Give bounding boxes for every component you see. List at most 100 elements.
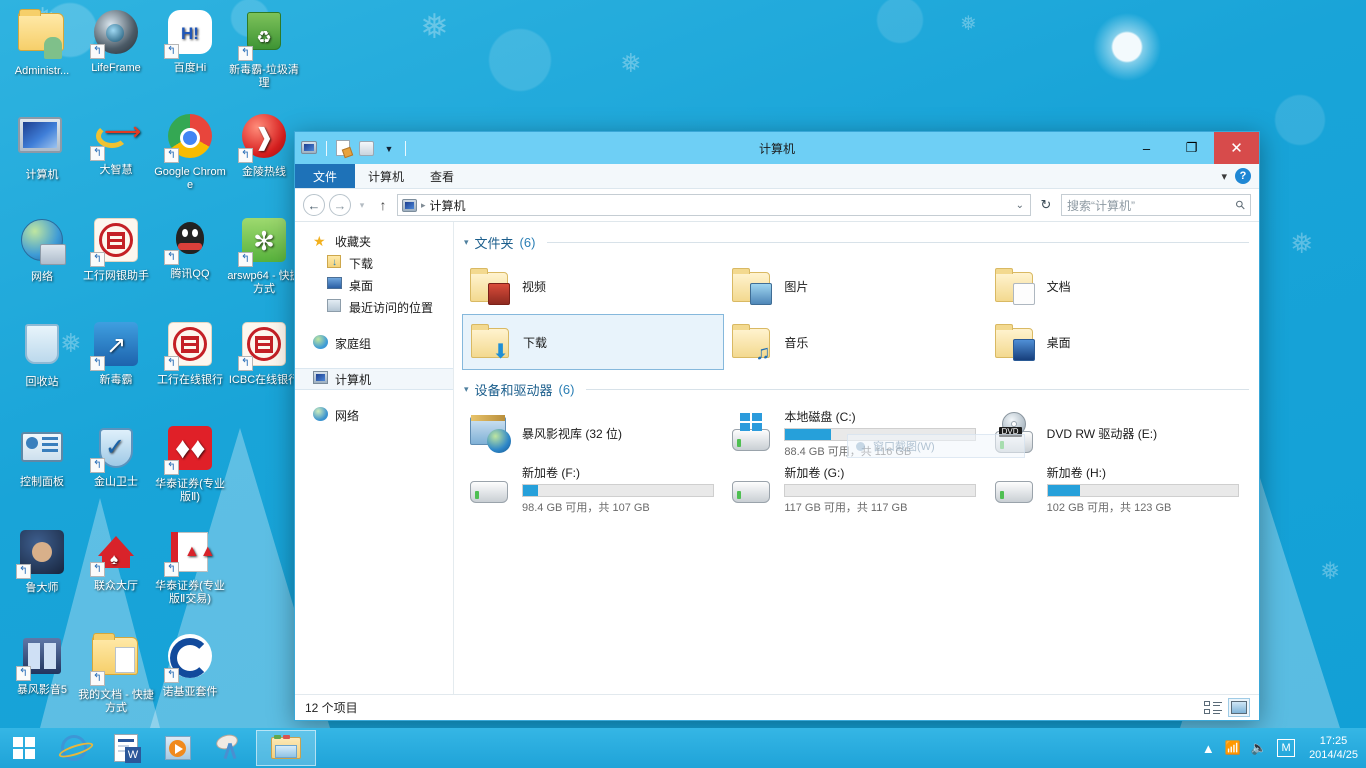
navigation-pane[interactable]: ★ 收藏夹 ↓ 下载 桌面 最近访问的位置 家庭组计算机网络 xyxy=(295,222,453,694)
taskbar[interactable]: W ▲ 📶 🔈 M 17:25 2014/4/25 xyxy=(0,728,1366,768)
drive-tile[interactable]: 新加卷 (G:) 117 GB 可用，共 117 GB xyxy=(724,461,986,517)
input-method-indicator[interactable]: M xyxy=(1277,739,1296,757)
taskbar-item-file-explorer[interactable] xyxy=(256,730,316,766)
sidebar-item-计算机[interactable]: 计算机 xyxy=(295,368,453,390)
breadcrumb[interactable]: ▸ 计算机 ⌄ xyxy=(397,194,1031,216)
sidebar-item-家庭组[interactable]: 家庭组 xyxy=(295,332,453,354)
taskbar-item-snipping-tool[interactable] xyxy=(204,728,256,768)
desktop-icon-1[interactable]: Administr... xyxy=(4,8,80,78)
clock[interactable]: 17:25 2014/4/25 xyxy=(1305,734,1358,762)
desktop-icon-11[interactable]: 腾讯QQ xyxy=(152,216,228,281)
taskbar-item-media-player[interactable] xyxy=(152,728,204,768)
desktop-icon-6[interactable]: ⟶ 大智慧 xyxy=(78,112,154,177)
view-switch-buttons[interactable] xyxy=(1203,698,1250,717)
jinling-icon: ❱ xyxy=(238,114,288,163)
folder-tile[interactable]: 图片 xyxy=(724,258,986,314)
group-header-folders[interactable]: ▾ 文件夹 (6) xyxy=(464,233,1249,252)
desktop-icon-15[interactable]: 工行在线银行 xyxy=(152,320,228,387)
folder-tile[interactable]: 桌面 xyxy=(987,314,1249,370)
customize-dropdown-icon[interactable]: ▼ xyxy=(380,139,398,157)
large-icons-view-icon[interactable] xyxy=(1228,698,1250,717)
folder-tile-grid[interactable]: 视频 图片 文档 ⬇ 下载 ♫ 音乐 桌面 xyxy=(462,258,1249,370)
explorer-window[interactable]: ▼ 计算机 – ❐ ✕ 文件 计算机 查看 ▾ ? ← → ▾ ↑ ▸ 计算机 … xyxy=(294,131,1260,721)
chevron-down-icon[interactable]: ⌄ xyxy=(1016,200,1026,211)
desktop-icon-9[interactable]: 网络 xyxy=(4,216,80,284)
desktop-icon-14[interactable]: ↗ 新毒霸 xyxy=(78,320,154,387)
tab-computer[interactable]: 计算机 xyxy=(355,164,417,188)
help-button[interactable]: ? xyxy=(1235,168,1251,184)
computer-icon[interactable] xyxy=(301,139,319,157)
desktop-icon-10[interactable]: 工行网银助手 xyxy=(78,216,154,283)
desktop-icon-5[interactable]: 计算机 xyxy=(4,112,80,182)
desktop-icon-24[interactable]: 我的文档 - 快捷方式 xyxy=(78,632,154,715)
window-controls[interactable]: – ❐ ✕ xyxy=(1124,132,1259,164)
search-box[interactable]: 搜索“计算机” ⚲ xyxy=(1061,194,1251,216)
recent-locations-icon[interactable]: ▾ xyxy=(355,200,369,211)
content-pane[interactable]: ▾ 文件夹 (6) 视频 图片 文档 ⬇ 下载 ♫ 音乐 桌面 ▾ 设备和驱动器 (6) 暴风… xyxy=(453,222,1259,694)
forward-button[interactable]: → xyxy=(329,194,351,216)
up-button[interactable]: ↑ xyxy=(373,197,393,213)
ribbon-tab-bar[interactable]: 文件 计算机 查看 ▾ ? xyxy=(295,164,1259,189)
drive-tile-grid[interactable]: 暴风影视库 (32 位)本地磁盘 (C:)88.4 GB 可用，共 116 GB… xyxy=(462,405,1249,517)
sidebar-item-最近访问的位置[interactable]: 最近访问的位置 xyxy=(295,296,453,318)
sidebar-item-收藏夹[interactable]: ★ 收藏夹 xyxy=(295,230,453,252)
collapse-triangle-icon[interactable]: ▾ xyxy=(464,384,469,395)
collapse-triangle-icon[interactable]: ▾ xyxy=(464,237,469,248)
desktop-icon-3[interactable]: H! 百度Hi xyxy=(152,8,228,75)
folder-tile[interactable]: 文档 xyxy=(987,258,1249,314)
desktop-icon-label: 工行在线银行 xyxy=(157,374,223,386)
system-tray[interactable]: ▲ 📶 🔈 M 17:25 2014/4/25 xyxy=(1202,734,1366,762)
minimize-button[interactable]: – xyxy=(1124,132,1169,164)
tab-file[interactable]: 文件 xyxy=(295,164,356,188)
taskbar-item-internet-explorer[interactable] xyxy=(48,728,100,768)
drive-capacity-label: 117 GB 可用，共 117 GB xyxy=(784,501,908,514)
volume-icon[interactable]: 🔈 xyxy=(1251,740,1267,756)
sidebar-item-下载[interactable]: ↓ 下载 xyxy=(295,252,453,274)
folder-tile[interactable]: ♫ 音乐 xyxy=(724,314,986,370)
tab-view[interactable]: 查看 xyxy=(417,164,467,188)
breadcrumb-item-computer[interactable]: 计算机 xyxy=(430,197,466,214)
breadcrumb-arrow-icon[interactable]: ▸ xyxy=(421,200,426,211)
desktop-icon-7[interactable]: Google Chrome xyxy=(152,112,228,192)
folder-tile[interactable]: ⬇ 下载 xyxy=(462,314,725,370)
drive-tile[interactable]: DVD DVD RW 驱动器 (E:) xyxy=(987,405,1249,461)
new-folder-icon[interactable] xyxy=(357,139,375,157)
drive-tile[interactable]: 暴风影视库 (32 位) xyxy=(462,405,724,461)
desktop-icon-18[interactable]: ✓ 金山卫士 xyxy=(78,424,154,489)
desktop-icon-23[interactable]: 暴风影音5 xyxy=(4,632,80,697)
window-title-bar[interactable]: ▼ 计算机 – ❐ ✕ xyxy=(295,132,1259,164)
drive-tile[interactable]: 新加卷 (H:) 102 GB 可用，共 123 GB xyxy=(987,461,1249,517)
desktop-icon-20[interactable]: 鲁大师 xyxy=(4,528,80,595)
show-hidden-icons-button[interactable]: ▲ xyxy=(1202,741,1215,756)
desktop-icon-21[interactable]: ♠ 联众大厅 xyxy=(78,528,154,593)
desktop-icon-19[interactable]: ♦♦ 华泰证券(专业版Ⅱ) xyxy=(152,424,228,504)
properties-icon[interactable] xyxy=(334,139,354,159)
desktop-icon-2[interactable]: LifeFrame xyxy=(78,8,154,75)
desktop-icon-16[interactable]: ICBC在线银行 xyxy=(226,320,302,387)
start-button[interactable] xyxy=(0,728,48,768)
details-view-icon[interactable] xyxy=(1203,699,1223,716)
drive-tile[interactable]: 新加卷 (F:) 98.4 GB 可用，共 107 GB xyxy=(462,461,724,517)
desktop-icon-12[interactable]: ✻ arswp64 - 快捷方式 xyxy=(226,216,302,296)
maximize-button[interactable]: ❐ xyxy=(1169,132,1214,164)
desktop-icon-8[interactable]: ❱ 金陵热线 xyxy=(226,112,302,179)
chevron-down-icon[interactable]: ▾ xyxy=(1221,170,1227,183)
desktop-icon-13[interactable]: 回收站 xyxy=(4,320,80,389)
back-button[interactable]: ← xyxy=(303,194,325,216)
desktop-icon-4[interactable]: ♻ 新毒霸-垃圾清理 xyxy=(226,8,302,90)
network-signal-icon[interactable]: 📶 xyxy=(1225,740,1241,756)
folder-tile[interactable]: 视频 xyxy=(462,258,724,314)
taskbar-item-word[interactable]: W xyxy=(100,728,152,768)
close-button[interactable]: ✕ xyxy=(1214,132,1259,164)
desktop-icon-22[interactable]: ▲▲ 华泰证券(专业版Ⅱ交易) xyxy=(152,528,228,606)
quick-access-toolbar[interactable]: ▼ xyxy=(295,137,408,159)
sidebar-item-网络[interactable]: 网络 xyxy=(295,404,453,426)
address-bar[interactable]: ← → ▾ ↑ ▸ 计算机 ⌄ ↻ 搜索“计算机” ⚲ xyxy=(295,189,1259,221)
desktop-icon-17[interactable]: 控制面板 xyxy=(4,424,80,489)
search-icon[interactable]: ⚲ xyxy=(1233,197,1249,213)
group-header-drives[interactable]: ▾ 设备和驱动器 (6) xyxy=(464,380,1249,399)
refresh-button[interactable]: ↻ xyxy=(1035,197,1057,213)
sidebar-item-桌面[interactable]: 桌面 xyxy=(295,274,453,296)
desktop-icon-label: 腾讯QQ xyxy=(170,268,210,280)
desktop-icon-25[interactable]: 诺基亚套件 xyxy=(152,632,228,699)
